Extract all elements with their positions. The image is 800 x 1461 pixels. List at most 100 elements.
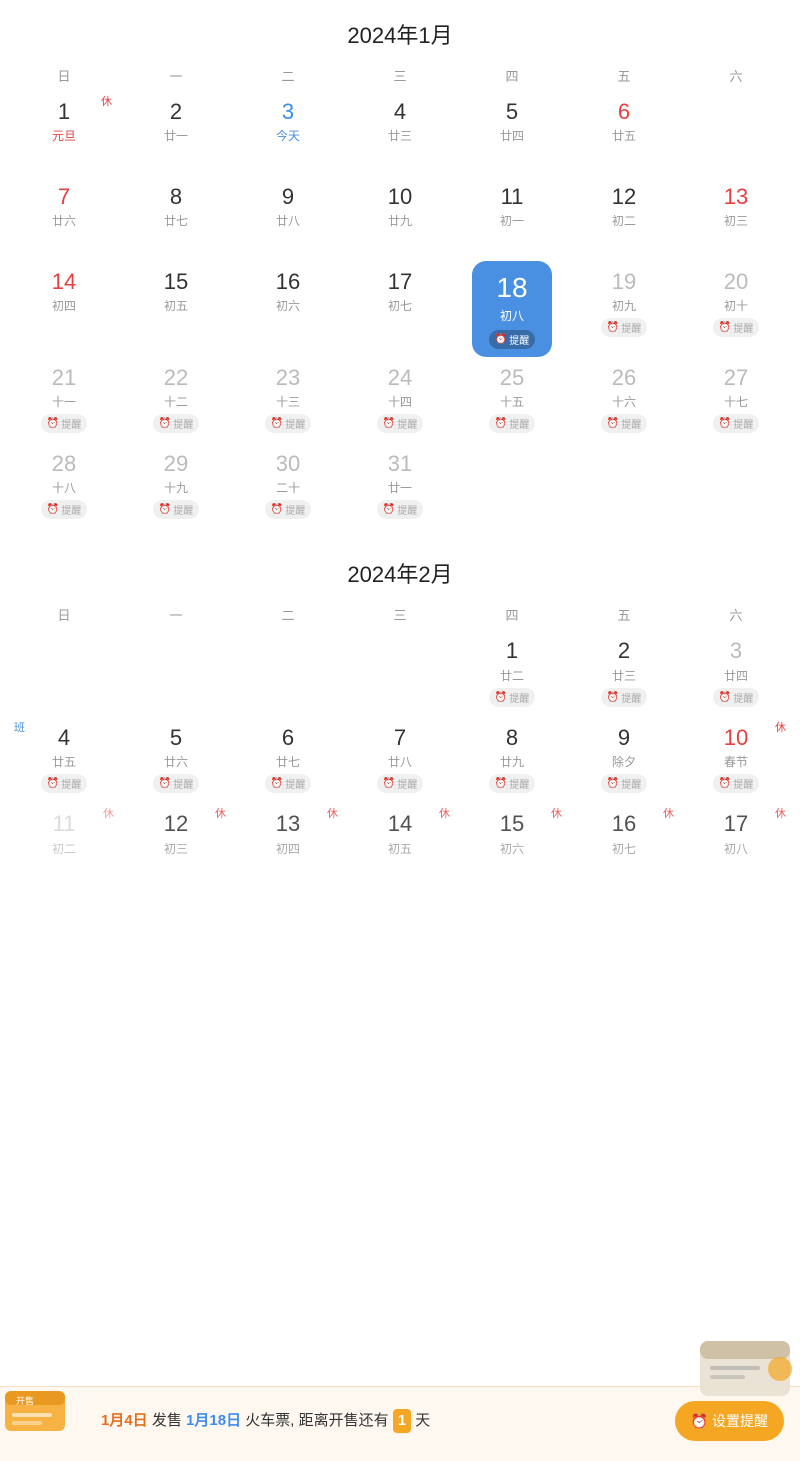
jan-day-30[interactable]: 30 二十 ⏰提醒 [232,443,344,529]
feb-day-14[interactable]: 休 14 初五 [344,803,456,888]
feb-3-badge[interactable]: ⏰提醒 [713,688,759,707]
feb-day-12[interactable]: 休 12 初三 [120,803,232,888]
jan-week-1: 休 1 元旦 2 廿一 3 今天 4 廿三 5 廿四 6 廿五 [0,91,800,176]
jan-week-5: 28 十八 ⏰提醒 29 十九 ⏰提醒 30 二十 ⏰提醒 31 廿一 ⏰提醒 [0,443,800,529]
jan-day-18[interactable]: 18 初八 ⏰ 提醒 [456,261,568,357]
jan-day-22[interactable]: 22 十二 ⏰提醒 [120,357,232,443]
feb-day-1[interactable]: 1 廿二 ⏰提醒 [456,630,568,716]
work-tag-4: 班 [14,719,25,735]
jan-30-badge[interactable]: ⏰提醒 [265,500,311,519]
notification-text-mid: 发售 [152,1412,182,1429]
feb-day-16[interactable]: 休 16 初七 [568,803,680,888]
feb-4-badge[interactable]: ⏰提醒 [41,774,87,793]
jan-7-num: 7 [58,184,70,210]
jan-day-31[interactable]: 31 廿一 ⏰提醒 [344,443,456,529]
notification-days-badge: 1 [393,1409,411,1433]
jan-3-num: 3 [282,99,294,125]
jan-day-28[interactable]: 28 十八 ⏰提醒 [8,443,120,529]
feb-day-3[interactable]: 3 廿四 ⏰提醒 [680,630,792,716]
jan-31-badge[interactable]: ⏰提醒 [377,500,423,519]
feb-8-badge[interactable]: ⏰提醒 [489,774,535,793]
bell-icon-btn: ⏰ [691,1413,708,1430]
feb-day-2[interactable]: 2 廿三 ⏰提醒 [568,630,680,716]
feb-day-13[interactable]: 休 13 初四 [232,803,344,888]
jan-day-24[interactable]: 24 十四 ⏰提醒 [344,357,456,443]
jan-29-lunar: 十九 [164,479,188,496]
notification-sell-date: 1月4日 [101,1412,148,1429]
jan-day-19[interactable]: 19 初九 ⏰ 提醒 [568,261,680,357]
jan-20-badge[interactable]: ⏰ 提醒 [713,318,759,337]
jan-18-num: 18 [496,271,527,305]
jan-day-14[interactable]: 14 初四 [8,261,120,357]
feb-day-6[interactable]: 6 廿七 ⏰提醒 [232,717,344,803]
jan-day-25[interactable]: 25 十五 ⏰提醒 [456,357,568,443]
jan-27-badge[interactable]: ⏰提醒 [713,414,759,433]
jan-day-3[interactable]: 3 今天 [232,91,344,176]
jan-24-badge[interactable]: ⏰提醒 [377,414,423,433]
jan-day-15[interactable]: 15 初五 [120,261,232,357]
jan-day-23[interactable]: 23 十三 ⏰提醒 [232,357,344,443]
jan-day-2[interactable]: 2 廿一 [120,91,232,176]
jan-25-badge[interactable]: ⏰提醒 [489,414,535,433]
jan-day-7[interactable]: 7 廿六 [8,176,120,261]
jan-day-16[interactable]: 16 初六 [232,261,344,357]
jan-day-29[interactable]: 29 十九 ⏰提醒 [120,443,232,529]
jan-18-lunar: 初八 [500,307,524,324]
jan-26-badge[interactable]: ⏰提醒 [601,414,647,433]
feb-day-10[interactable]: 休 10 春节 ⏰提醒 [680,717,792,803]
jan-day-4[interactable]: 4 廿三 [344,91,456,176]
feb-3-num: 3 [730,638,742,664]
feb-3-lunar: 廿四 [724,667,748,684]
jan-day-10[interactable]: 10 廿九 [344,176,456,261]
feb-4-lunar: 廿五 [52,753,76,770]
weekday-sun: 日 [8,60,120,91]
weekday-header: 日 一 二 三 四 五 六 [0,60,800,91]
jan-29-badge[interactable]: ⏰提醒 [153,500,199,519]
jan-day-1[interactable]: 休 1 元旦 [8,91,120,176]
jan-day-21[interactable]: 21 十一 ⏰提醒 [8,357,120,443]
jan-day-8[interactable]: 8 廿七 [120,176,232,261]
feb-1-badge[interactable]: ⏰提醒 [489,688,535,707]
jan-day-12[interactable]: 12 初二 [568,176,680,261]
jan-21-badge[interactable]: ⏰提醒 [41,414,87,433]
feb-day-9[interactable]: 9 除夕 ⏰提醒 [568,717,680,803]
feb-day-17[interactable]: 休 17 初八 [680,803,792,888]
jan-28-badge[interactable]: ⏰提醒 [41,500,87,519]
jan-day-9[interactable]: 9 廿八 [232,176,344,261]
january-title: 2024年1月 [0,0,800,60]
feb-5-badge[interactable]: ⏰提醒 [153,774,199,793]
jan-26-num: 26 [612,365,636,391]
jan-5-lunar: 廿四 [500,127,524,144]
jan-day-17[interactable]: 17 初七 [344,261,456,357]
feb-9-badge[interactable]: ⏰提醒 [601,774,647,793]
set-reminder-button[interactable]: ⏰ 设置提醒 [675,1401,784,1441]
weekday-mon: 一 [120,60,232,91]
feb-7-badge[interactable]: ⏰提醒 [377,774,423,793]
jan-day-5[interactable]: 5 廿四 [456,91,568,176]
feb-day-11[interactable]: 休 11 初二 [8,803,120,888]
feb-5-num: 5 [170,725,182,751]
jan-day-11[interactable]: 11 初一 [456,176,568,261]
jan-day-26[interactable]: 26 十六 ⏰提醒 [568,357,680,443]
jan-22-badge[interactable]: ⏰提醒 [153,414,199,433]
feb-6-badge[interactable]: ⏰提醒 [265,774,311,793]
feb-15-num: 15 [500,811,524,837]
jan-day-13[interactable]: 13 初三 [680,176,792,261]
feb-10-badge[interactable]: ⏰提醒 [713,774,759,793]
jan-day-27[interactable]: 27 十七 ⏰提醒 [680,357,792,443]
feb-day-5[interactable]: 5 廿六 ⏰提醒 [120,717,232,803]
jan-day-20[interactable]: 20 初十 ⏰ 提醒 [680,261,792,357]
feb-2-badge[interactable]: ⏰提醒 [601,688,647,707]
feb-day-8[interactable]: 8 廿九 ⏰提醒 [456,717,568,803]
feb-day-4[interactable]: 班 4 廿五 ⏰提醒 [8,717,120,803]
jan-23-badge[interactable]: ⏰提醒 [265,414,311,433]
jan-1-lunar: 元旦 [52,127,76,144]
feb-day-7[interactable]: 7 廿八 ⏰提醒 [344,717,456,803]
feb-10-num: 10 [724,725,748,751]
feb-day-15[interactable]: 休 15 初六 [456,803,568,888]
jan-19-badge[interactable]: ⏰ 提醒 [601,318,647,337]
jan-day-6[interactable]: 6 廿五 [568,91,680,176]
notification-bar: 开售 1月4日 发售 1月18日 火车票, 距离开售还有 1 天 ⏰ 设置提醒 [0,1386,800,1461]
feb-12-lunar: 初三 [164,840,188,857]
jan-18-badge[interactable]: ⏰ 提醒 [489,330,535,349]
